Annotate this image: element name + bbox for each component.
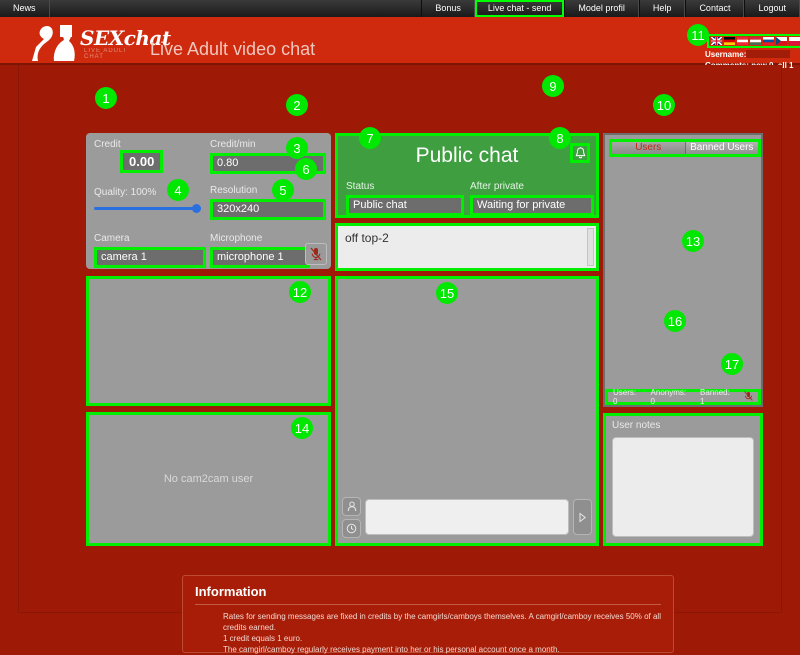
after-private-label: After private xyxy=(470,181,524,192)
microphone-label: Microphone xyxy=(210,233,263,244)
czech-flag-icon[interactable] xyxy=(776,37,787,45)
resolution-select[interactable]: 320x240 xyxy=(210,199,326,220)
announcement-text: off top-2 xyxy=(345,231,389,245)
send-message-button[interactable] xyxy=(573,499,592,535)
nav-item-contact[interactable]: Contact xyxy=(685,0,745,17)
poland-flag-icon[interactable] xyxy=(789,37,800,45)
tab-users[interactable]: Users xyxy=(612,142,685,154)
resolution-label: Resolution xyxy=(210,185,258,196)
annotation-badge-14: 14 xyxy=(291,417,313,439)
status-group: Status Public chat xyxy=(346,181,464,216)
cam2cam-placeholder: No cam2cam user xyxy=(163,473,254,485)
credit-per-min-label: Credit/min xyxy=(210,139,256,150)
username-value-redacted xyxy=(746,50,791,58)
information-line-1: Rates for sending messages are fixed in … xyxy=(223,612,661,632)
clock-icon xyxy=(346,523,357,533)
username-label: Username: xyxy=(705,50,747,59)
username-row: Username: xyxy=(705,49,800,60)
nav-item-help[interactable]: Help xyxy=(638,0,686,17)
after-private-select[interactable]: Waiting for private xyxy=(470,195,594,216)
annotation-badge-13: 13 xyxy=(682,230,704,252)
nav-item-news[interactable]: News xyxy=(0,0,50,17)
quality-slider-knob[interactable] xyxy=(192,204,201,213)
mute-all-button[interactable] xyxy=(744,391,753,403)
annotation-badge-16: 16 xyxy=(664,310,686,332)
chat-message-area xyxy=(335,276,599,546)
annotation-badge-3: 3 xyxy=(286,137,308,159)
announcement-textarea[interactable]: off top-2 xyxy=(335,223,599,271)
credit-value: 0.00 xyxy=(120,150,164,173)
hungary-flag-icon[interactable] xyxy=(750,37,761,45)
annotation-badge-15: 15 xyxy=(436,282,458,304)
nav-left-group: News xyxy=(0,0,50,17)
annotation-badge-4: 4 xyxy=(167,179,189,201)
annotation-badge-2: 2 xyxy=(286,94,308,116)
user-notes-panel: User notes xyxy=(603,413,763,546)
annotation-badge-5: 5 xyxy=(272,179,294,201)
nav-item-live-chat-send[interactable]: Live chat - send xyxy=(474,0,565,17)
nav-item-model-profil[interactable]: Model profil xyxy=(564,0,639,17)
slovakia-flag-icon[interactable] xyxy=(763,37,774,45)
banned-count: Banned: 1 xyxy=(700,388,730,406)
germany-flag-icon[interactable] xyxy=(724,37,735,45)
logo-subtext: LIVE ADULT CHAT xyxy=(84,48,128,60)
users-count: Users: 0 xyxy=(613,388,637,406)
information-box: Information Rates for sending messages a… xyxy=(182,575,674,654)
nav-item-bonus[interactable]: Bonus xyxy=(421,0,475,17)
announcement-scrollbar[interactable] xyxy=(587,228,594,266)
chat-message-input[interactable] xyxy=(365,499,569,535)
annotation-badge-17: 17 xyxy=(721,353,743,375)
send-arrow-icon xyxy=(579,511,587,523)
microphone-mute-button[interactable] xyxy=(305,243,327,265)
nav-item-logout[interactable]: Logout xyxy=(744,0,800,17)
uk-flag-icon[interactable] xyxy=(711,37,722,45)
information-line-3: The camgirl/camboy regularly receives pa… xyxy=(223,645,560,654)
microphone-muted-icon xyxy=(310,247,322,261)
quality-slider-track xyxy=(94,207,200,210)
anonyms-count: Anonyms: 0 xyxy=(650,388,687,406)
annotation-badge-9: 9 xyxy=(542,75,564,97)
annotation-badge-11: 11 xyxy=(687,24,709,46)
credit-label: Credit xyxy=(94,139,121,150)
chat-side-buttons xyxy=(342,496,361,538)
annotation-badge-1: 1 xyxy=(95,87,117,109)
chat-input-row xyxy=(342,496,592,538)
site-header: SEXchat LIVE ADULT CHAT Live Adult video… xyxy=(0,17,800,70)
users-list[interactable] xyxy=(605,161,761,387)
woman-silhouette-icon xyxy=(32,25,75,61)
status-label: Status xyxy=(346,181,375,192)
site-tagline: Live Adult video chat xyxy=(150,39,316,59)
quality-slider[interactable] xyxy=(94,203,201,213)
microphone-select[interactable]: microphone 1 xyxy=(210,247,310,268)
tab-banned-users[interactable]: Banned Users xyxy=(684,142,758,154)
austria-flag-icon[interactable] xyxy=(737,37,748,45)
status-select[interactable]: Public chat xyxy=(346,195,464,216)
information-line-2: 1 credit equals 1 euro. xyxy=(223,634,303,643)
annotation-badge-12: 12 xyxy=(289,281,311,303)
bell-icon xyxy=(575,147,585,159)
annotation-badge-7: 7 xyxy=(359,127,381,149)
users-status-bar: Users: 0 Anonyms: 0 Banned: 1 xyxy=(605,388,761,406)
page-container: Credit 0.00 Credit/min 0.80 Quality: 100… xyxy=(18,65,782,654)
users-tabs: Users Banned Users xyxy=(609,139,761,157)
site-logo[interactable]: SEXchat LIVE ADULT CHAT xyxy=(28,18,171,66)
notification-bell-button[interactable] xyxy=(570,143,590,163)
user-list-toggle-button[interactable] xyxy=(342,496,361,516)
top-navigation-bar: News Bonus Live chat - send Model profil… xyxy=(0,0,800,17)
after-private-group: After private Waiting for private xyxy=(470,181,594,216)
mute-all-icon xyxy=(744,391,753,401)
information-title: Information xyxy=(195,584,661,605)
user-notes-title: User notes xyxy=(612,420,661,431)
user-notes-textarea[interactable] xyxy=(612,437,754,537)
annotation-badge-8: 8 xyxy=(549,127,571,149)
camera-select[interactable]: camera 1 xyxy=(94,247,206,268)
annotation-badge-6: 6 xyxy=(295,158,317,180)
camera-label: Camera xyxy=(94,233,130,244)
language-flag-selector[interactable] xyxy=(707,34,800,48)
person-icon xyxy=(347,501,356,511)
nav-right-group: Bonus Live chat - send Model profil Help… xyxy=(421,0,800,17)
annotation-badge-10: 10 xyxy=(653,94,675,116)
quality-label: Quality: 100% xyxy=(94,187,157,198)
chat-history-button[interactable] xyxy=(342,518,361,538)
